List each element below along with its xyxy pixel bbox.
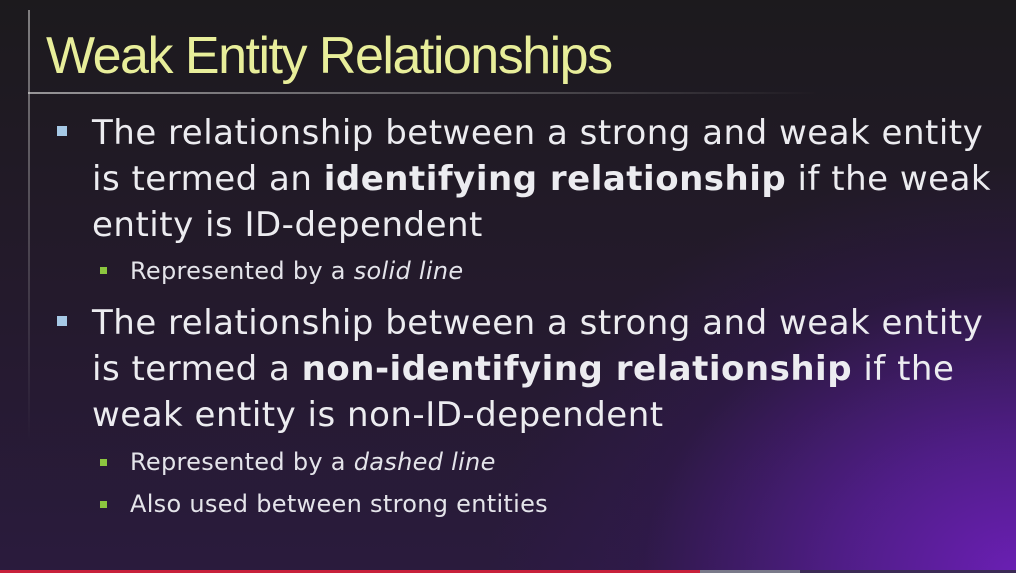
title-horizontal-rule bbox=[28, 92, 818, 94]
subbullet-2-1-italic: dashed line bbox=[353, 448, 496, 476]
slide-title: Weak Entity Relationships bbox=[46, 27, 613, 85]
subbullet-2-1-text: Represented by a bbox=[130, 448, 354, 476]
title-vertical-rule bbox=[28, 10, 30, 440]
bullet-square-icon bbox=[57, 126, 67, 136]
bullet-1: The relationship between a strong and we… bbox=[92, 110, 1002, 248]
slide: Weak Entity Relationships The relationsh… bbox=[0, 0, 1016, 573]
subbullet-square-icon bbox=[100, 267, 107, 274]
subbullet-2-2-text: Also used between strong entities bbox=[130, 490, 548, 518]
bullet-square-icon bbox=[57, 316, 67, 326]
bullet-1-bold-term: identifying relationship bbox=[323, 159, 787, 199]
subbullet-1-1: Represented by a solid line bbox=[130, 254, 990, 288]
subbullet-square-icon bbox=[100, 501, 107, 508]
subbullet-square-icon bbox=[100, 459, 107, 466]
subbullet-2-2: Also used between strong entities bbox=[130, 487, 990, 521]
subbullet-1-1-italic: solid line bbox=[353, 257, 464, 285]
bullet-2-bold-term: non-identifying relationship bbox=[301, 349, 853, 389]
bullet-2: The relationship between a strong and we… bbox=[92, 300, 1002, 438]
subbullet-1-1-text: Represented by a bbox=[130, 257, 354, 285]
subbullet-2-1: Represented by a dashed line bbox=[130, 445, 990, 479]
